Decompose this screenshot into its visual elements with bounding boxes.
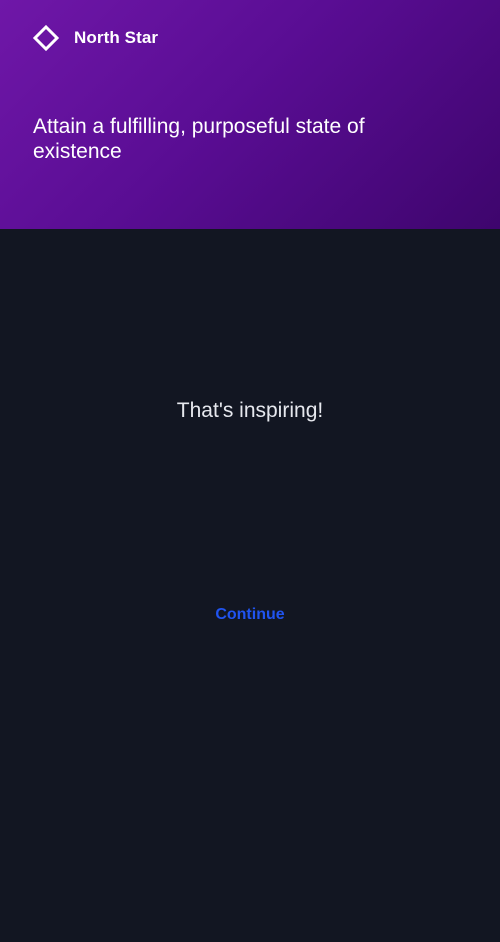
app-screen: North Star Attain a fulfilling, purposef… xyxy=(0,0,500,942)
brand-name: North Star xyxy=(74,28,159,47)
diamond-outline-icon xyxy=(33,25,59,51)
brand: North Star xyxy=(33,24,158,52)
goal-title: Attain a fulfilling, purposeful state of… xyxy=(33,115,365,163)
encouragement-message: That's inspiring! xyxy=(176,399,324,422)
goal-header: North Star Attain a fulfilling, purposef… xyxy=(0,0,500,229)
continue-button[interactable]: Continue xyxy=(200,602,300,628)
